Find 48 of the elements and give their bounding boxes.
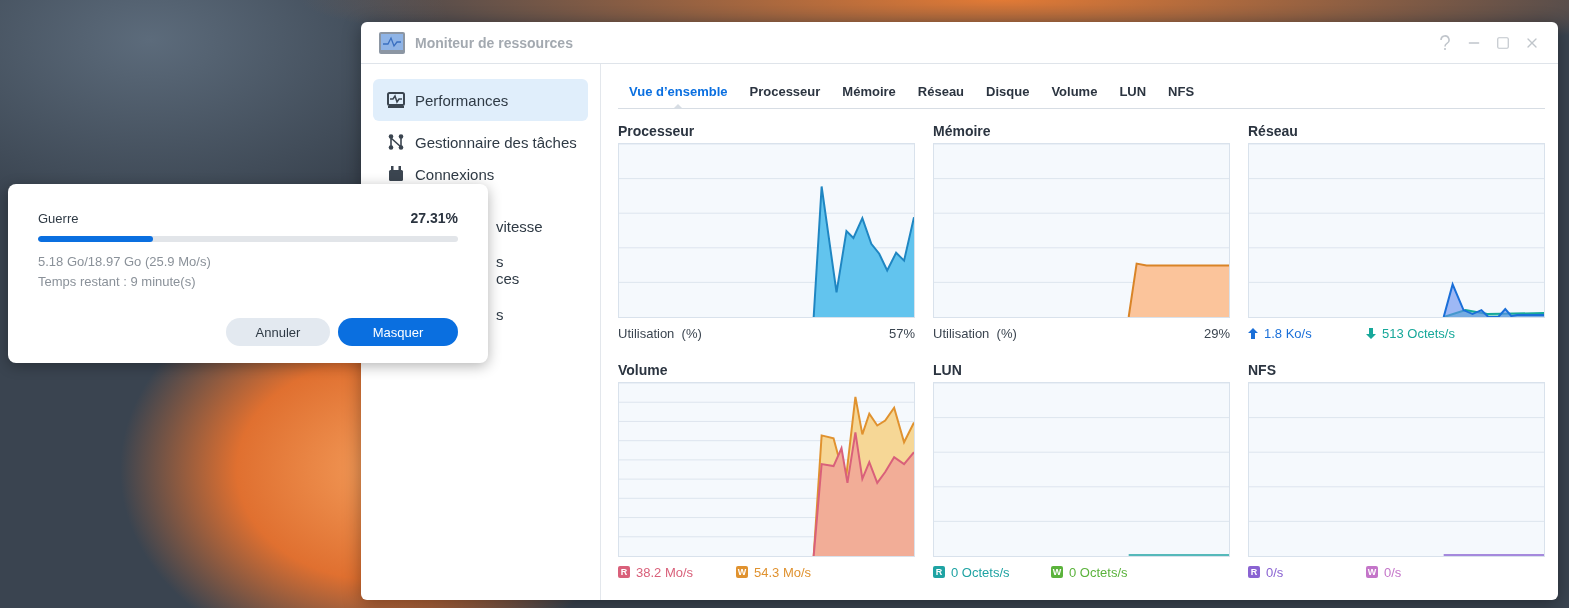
legend-value: 38.2 Mo/s <box>636 564 694 580</box>
usage-value: 29% <box>1203 325 1230 341</box>
tab[interactable]: NFS <box>1157 74 1206 108</box>
legend-value: 54.3 Mo/s <box>754 564 812 580</box>
usage-value: 57% <box>888 325 915 341</box>
progress-detail: Temps restant : 9 minute(s) <box>38 273 197 291</box>
tab[interactable]: Réseau <box>906 74 976 108</box>
chart-title: LUN <box>933 362 963 380</box>
chart-title: Mémoire <box>933 123 992 141</box>
sidebar-item[interactable]: Performances <box>373 79 588 121</box>
tab[interactable]: Volume <box>1040 74 1109 108</box>
legend-badge: R <box>1248 566 1260 578</box>
legend-value: 513 Octets/s <box>1382 325 1455 341</box>
progress-percent: 27.31% <box>410 210 458 226</box>
legend-value: 0 Octets/s <box>1069 564 1128 580</box>
legend-badge: W <box>1366 566 1378 578</box>
task-name: Guerre <box>38 210 79 226</box>
legend-badge: W <box>1051 566 1063 578</box>
window-title: Moniteur de ressources <box>415 34 574 51</box>
legend-value: 0/s <box>1266 564 1284 580</box>
tab[interactable]: Vue d’ensemble <box>618 74 739 108</box>
help-icon[interactable] <box>1438 34 1452 51</box>
download-arrow-icon <box>1366 327 1376 339</box>
chart-title: NFS <box>1248 362 1277 380</box>
chart-title: Processeur <box>618 123 696 141</box>
legend-value: 0/s <box>1384 564 1402 580</box>
legend-value: 1.8 Ko/s <box>1264 325 1312 341</box>
legend-badge: R <box>618 566 630 578</box>
tab[interactable]: Disque <box>975 74 1041 108</box>
plug-icon <box>387 165 405 183</box>
maximize-icon[interactable] <box>1496 35 1510 50</box>
progress-detail: 5.18 Go/18.97 Go (25.9 Mo/s) <box>38 253 212 271</box>
usage-label: Utilisation (%) <box>618 325 702 341</box>
tab[interactable]: LUN <box>1108 74 1158 108</box>
hide-button[interactable]: Masquer <box>338 318 458 346</box>
nodes-icon <box>387 133 405 151</box>
cancel-button[interactable]: Annuler <box>226 318 330 346</box>
upload-arrow-icon <box>1248 327 1258 339</box>
legend-value: 0 Octets/s <box>951 564 1010 580</box>
legend-badge: W <box>736 566 748 578</box>
legend-badge: R <box>933 566 945 578</box>
chart-title: Volume <box>618 362 669 380</box>
monitor-app-icon <box>379 31 405 54</box>
pulse-monitor-icon <box>387 91 405 109</box>
chart-title: Réseau <box>1248 123 1299 141</box>
tab[interactable]: Mémoire <box>831 74 907 108</box>
usage-label: Utilisation (%) <box>933 325 1017 341</box>
tab[interactable]: Processeur <box>738 74 832 108</box>
